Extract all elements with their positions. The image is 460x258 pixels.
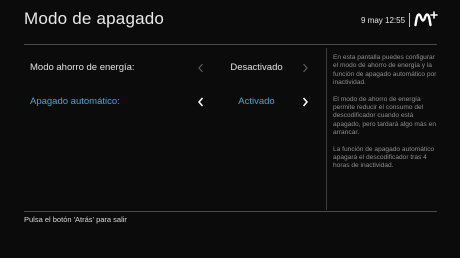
page-title: Modo de apagado — [24, 9, 165, 28]
help-panel: En esta pantalla puedes configurar el mo… — [333, 54, 437, 179]
setting-label: Apagado automático: — [30, 96, 120, 107]
header-separator — [24, 44, 437, 45]
help-paragraph: La función de apagado automático apagará… — [333, 145, 435, 170]
footer-hint: Pulsa el botón 'Atrás' para salir — [24, 215, 127, 224]
movistar-plus-logo — [414, 11, 438, 27]
setting-value: Desactivado — [230, 62, 283, 73]
clock: 9 may 12:55 — [361, 16, 406, 25]
help-paragraph: El modo de ahorro de energía permite red… — [333, 95, 437, 137]
setting-label: Modo ahorro de energía: — [30, 62, 135, 73]
setting-value: Activado — [238, 96, 275, 107]
chevron-right-icon[interactable] — [298, 95, 312, 109]
help-paragraph: En esta pantalla puedes configurar el mo… — [333, 54, 437, 87]
chevron-right-icon[interactable] — [298, 61, 312, 75]
chevron-left-icon[interactable] — [194, 95, 208, 109]
header-divider — [409, 13, 410, 27]
setting-row-auto-shutdown[interactable]: Apagado automático: Activado — [24, 90, 324, 114]
chevron-left-icon[interactable] — [194, 61, 208, 75]
footer-separator — [24, 211, 437, 212]
setting-row-energy-saving[interactable]: Modo ahorro de energía: Desactivado — [24, 56, 324, 80]
panel-divider — [326, 48, 327, 210]
